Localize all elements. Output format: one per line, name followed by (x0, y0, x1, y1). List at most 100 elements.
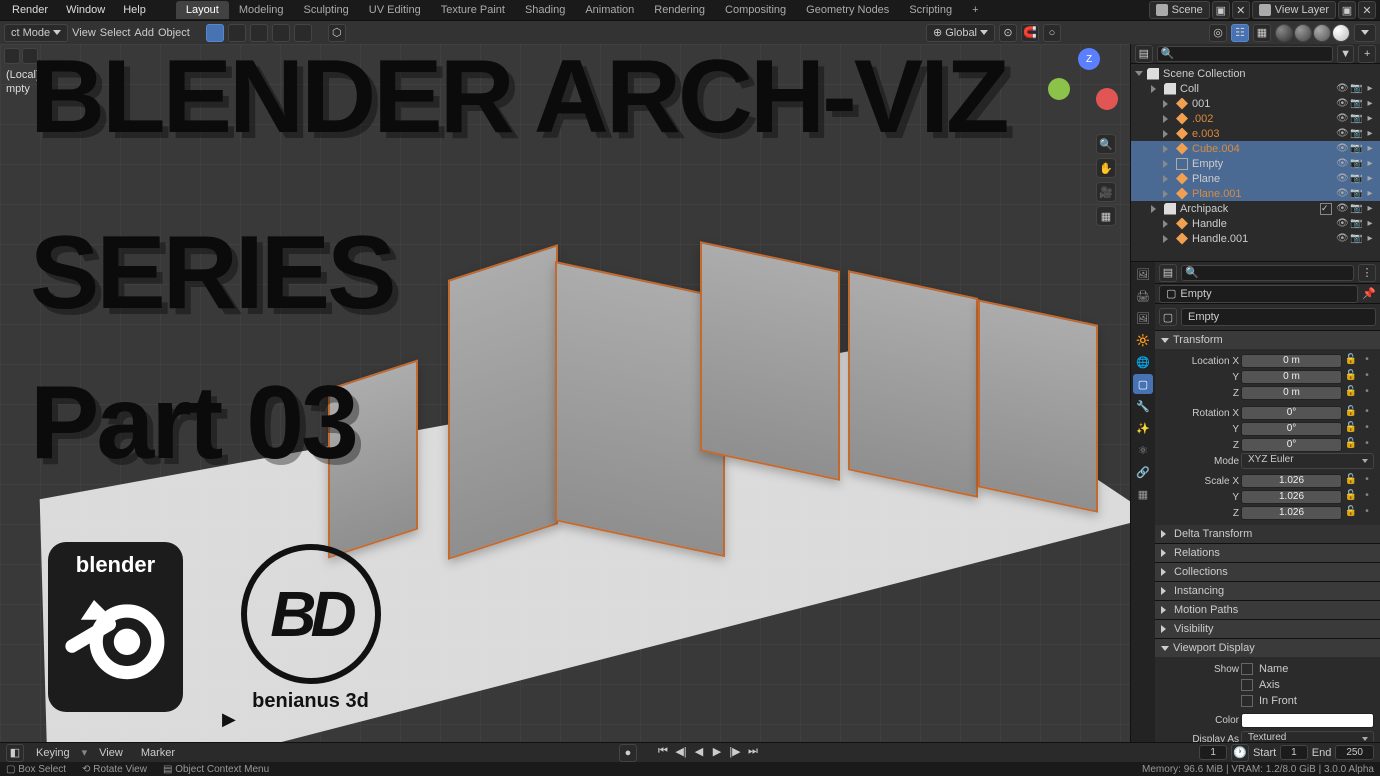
timeline-marker-menu[interactable]: Marker (135, 746, 181, 760)
breadcrumb-chip[interactable]: ▢ Empty (1159, 285, 1358, 303)
anim-icon[interactable]: • (1360, 406, 1374, 420)
outliner-row[interactable]: Coll👁📷▸ (1131, 81, 1380, 96)
collection-checkbox[interactable] (1320, 203, 1332, 215)
key-next-icon[interactable]: |▶ (727, 744, 743, 760)
disable-icon[interactable]: ▸ (1364, 218, 1376, 230)
tab-particles-icon[interactable]: ✨ (1133, 418, 1153, 438)
mode-dropdown[interactable]: ct Mode (4, 24, 68, 42)
pan-icon[interactable]: ✋ (1096, 158, 1116, 178)
outliner-filter-button[interactable]: ▼ (1337, 45, 1355, 63)
visibility-icon[interactable]: 👁 (1336, 203, 1348, 215)
menu-help[interactable]: Help (115, 2, 154, 18)
anim-icon[interactable]: • (1360, 370, 1374, 384)
preview-range-icon[interactable]: 🕐 (1231, 744, 1249, 762)
outliner-new-collection-button[interactable]: + (1358, 45, 1376, 63)
visibility-icon[interactable]: 👁 (1336, 218, 1348, 230)
checkbox-show-axis[interactable] (1241, 679, 1253, 691)
tab-physics-icon[interactable]: ⚛ (1133, 440, 1153, 460)
proportional-toggle[interactable]: ○ (1043, 24, 1061, 42)
gizmo-toggle[interactable]: ◎ (1209, 24, 1227, 42)
field-location-x[interactable]: 0 m (1241, 354, 1342, 368)
visibility-icon[interactable]: 👁 (1336, 158, 1348, 170)
disable-icon[interactable]: ▸ (1364, 173, 1376, 185)
axis-z-icon[interactable]: Z (1078, 48, 1100, 70)
render-icon[interactable]: 📷 (1350, 128, 1362, 140)
shading-wire-icon[interactable] (1275, 24, 1293, 42)
tab-viewlayer-icon[interactable]: 🖼 (1133, 308, 1153, 328)
tab-scene-icon[interactable]: 🔆 (1133, 330, 1153, 350)
tab-animation[interactable]: Animation (575, 1, 644, 19)
disable-icon[interactable]: ▸ (1364, 203, 1376, 215)
outliner-row[interactable]: Handle.001👁📷▸ (1131, 231, 1380, 246)
disable-icon[interactable]: ▸ (1364, 233, 1376, 245)
section-header-collections[interactable]: Collections (1155, 563, 1380, 581)
lock-icon[interactable]: 🔓 (1344, 474, 1358, 488)
render-icon[interactable]: 📷 (1350, 113, 1362, 125)
pivot-dropdown[interactable]: ⊙ (999, 24, 1017, 42)
tab-world-icon[interactable]: 🌐 (1133, 352, 1153, 372)
keying-menu[interactable]: Keying (30, 746, 76, 760)
play-icon[interactable]: ▶ (709, 744, 725, 760)
lock-icon[interactable]: 🔓 (1344, 422, 1358, 436)
render-icon[interactable]: 📷 (1350, 143, 1362, 155)
tab-render-icon[interactable]: 🖼 (1133, 264, 1153, 284)
disclosure-icon[interactable] (1163, 130, 1172, 138)
render-icon[interactable]: 📷 (1350, 158, 1362, 170)
add-menu[interactable]: Add (134, 27, 154, 39)
tab-scripting[interactable]: Scripting (899, 1, 962, 19)
lock-icon[interactable]: 🔓 (1344, 354, 1358, 368)
disclosure-icon[interactable] (1163, 145, 1172, 153)
field-scale-z[interactable]: 1.026 (1241, 506, 1342, 520)
menu-window[interactable]: Window (58, 2, 113, 18)
xray-toggle[interactable]: ▦ (1253, 24, 1271, 42)
snap-toggle[interactable]: 🧲 (1021, 24, 1039, 42)
anim-icon[interactable]: • (1360, 422, 1374, 436)
outliner-tree[interactable]: Scene Collection Coll👁📷▸001👁📷▸.002👁📷▸e.0… (1131, 64, 1380, 248)
visibility-icon[interactable]: 👁 (1336, 128, 1348, 140)
lock-icon[interactable]: 🔓 (1344, 506, 1358, 520)
properties-pin-icon[interactable]: ▤ (1159, 264, 1177, 282)
visibility-icon[interactable]: 👁 (1336, 113, 1348, 125)
axis-y-icon[interactable] (1048, 78, 1070, 100)
disclosure-icon[interactable] (1151, 205, 1160, 213)
shading-rendered-icon[interactable] (1332, 24, 1350, 42)
disclosure-icon[interactable] (1163, 235, 1172, 243)
anim-icon[interactable]: • (1360, 490, 1374, 504)
rotation-mode-dropdown[interactable]: XYZ Euler (1241, 453, 1374, 469)
object-menu[interactable]: Object (158, 27, 190, 39)
disclosure-icon[interactable] (1163, 175, 1172, 183)
object-name-input[interactable] (1181, 308, 1376, 326)
anim-icon[interactable]: • (1360, 386, 1374, 400)
disable-icon[interactable]: ▸ (1364, 83, 1376, 95)
render-icon[interactable]: 📷 (1350, 218, 1362, 230)
current-frame-field[interactable]: 1 (1199, 745, 1227, 760)
outliner-row[interactable]: Plane👁📷▸ (1131, 171, 1380, 186)
disclosure-icon[interactable] (1163, 100, 1172, 108)
disable-icon[interactable]: ▸ (1364, 143, 1376, 155)
lock-icon[interactable]: 🔓 (1344, 490, 1358, 504)
tab-data-icon[interactable]: ▦ (1133, 484, 1153, 504)
scene-selector[interactable]: Scene (1149, 1, 1210, 19)
outliner-row[interactable]: Archipack👁📷▸ (1131, 201, 1380, 216)
tab-rendering[interactable]: Rendering (644, 1, 715, 19)
overlays-toggle[interactable]: ☷ (1231, 24, 1249, 42)
section-header-relations[interactable]: Relations (1155, 544, 1380, 562)
outliner-row[interactable]: e.003👁📷▸ (1131, 126, 1380, 141)
properties-options-icon[interactable]: ⋮ (1358, 264, 1376, 282)
field-rotation-z[interactable]: 0° (1241, 438, 1342, 452)
outliner-row[interactable]: 001👁📷▸ (1131, 96, 1380, 111)
zoom-icon[interactable]: 🔍 (1096, 134, 1116, 154)
select-mode-2[interactable] (228, 24, 246, 42)
lock-icon[interactable]: 🔓 (1344, 438, 1358, 452)
scene-new-button[interactable]: ▣ (1212, 1, 1230, 19)
section-header-motion-paths[interactable]: Motion Paths (1155, 601, 1380, 619)
tab-uv-editing[interactable]: UV Editing (359, 1, 431, 19)
section-header-viewport-display[interactable]: Viewport Display (1155, 639, 1380, 657)
render-icon[interactable]: 📷 (1350, 233, 1362, 245)
tab-sculpting[interactable]: Sculpting (294, 1, 359, 19)
outliner-row[interactable]: Plane.001👁📷▸ (1131, 186, 1380, 201)
disable-icon[interactable]: ▸ (1364, 128, 1376, 140)
jump-end-icon[interactable]: ⏭ (745, 744, 761, 760)
disclosure-icon[interactable] (1163, 115, 1172, 123)
section-header-delta[interactable]: Delta Transform (1155, 525, 1380, 543)
